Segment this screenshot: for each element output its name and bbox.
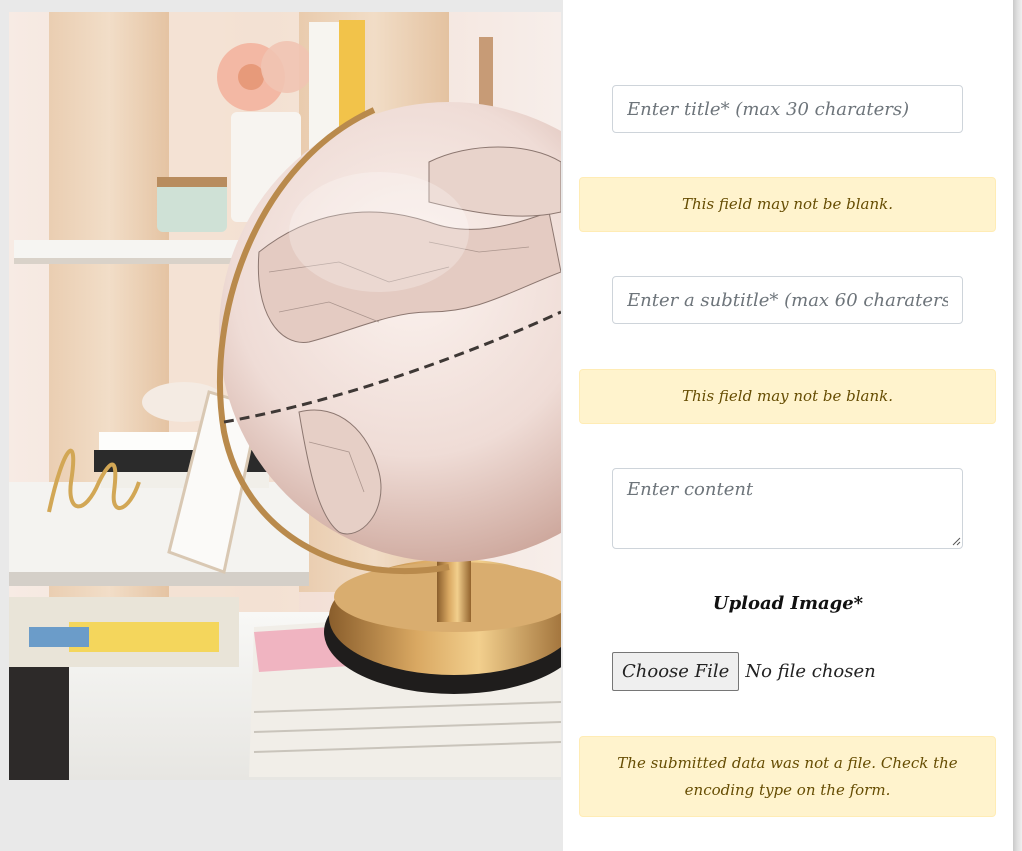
no-file-chosen-text: No file chosen: [745, 661, 876, 682]
title-error-text: This field may not be blank.: [682, 195, 893, 213]
content-textarea[interactable]: [612, 468, 963, 549]
form-panel: This field may not be blank. This field …: [563, 0, 1013, 851]
title-error-alert: This field may not be blank.: [579, 177, 996, 232]
subtitle-error-text: This field may not be blank.: [682, 387, 893, 405]
choose-file-button[interactable]: Choose File: [612, 652, 740, 691]
scrollbar-edge: [1013, 0, 1022, 851]
file-input[interactable]: Choose File No file chosen: [612, 652, 876, 691]
globe-photo: [9, 12, 561, 780]
resize-handle-icon[interactable]: [952, 537, 961, 546]
file-error-text: The submitted data was not a file. Check…: [617, 753, 958, 799]
upload-image-label: Upload Image*: [712, 593, 864, 614]
subtitle-error-alert: This field may not be blank.: [579, 369, 996, 424]
subtitle-input[interactable]: [612, 276, 963, 324]
title-input[interactable]: [612, 85, 963, 133]
file-error-alert: The submitted data was not a file. Check…: [579, 736, 996, 817]
